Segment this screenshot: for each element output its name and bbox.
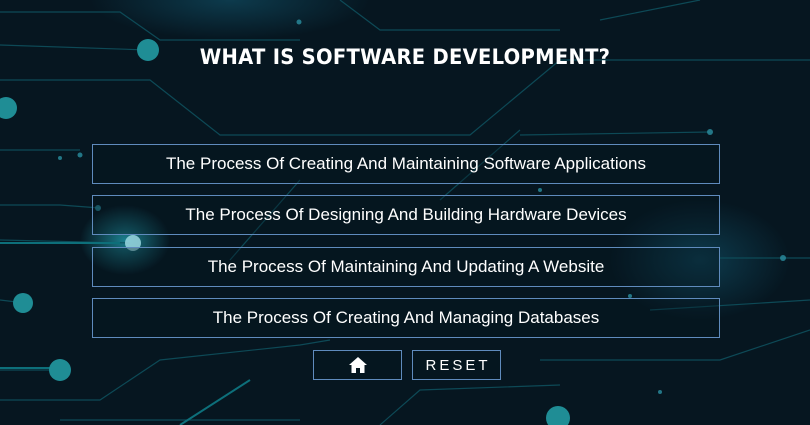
question-title: WHAT IS SOFTWARE DEVELOPMENT? xyxy=(199,45,611,69)
reset-button[interactable]: RESET xyxy=(412,350,501,380)
quiz-screen: WHAT IS SOFTWARE DEVELOPMENT? The Proces… xyxy=(0,0,810,425)
answer-option-2[interactable]: The Process Of Designing And Building Ha… xyxy=(92,195,720,235)
answer-option-4[interactable]: The Process Of Creating And Managing Dat… xyxy=(92,298,720,338)
home-icon xyxy=(348,357,367,373)
answer-option-1[interactable]: The Process Of Creating And Maintaining … xyxy=(92,144,720,184)
answer-option-3[interactable]: The Process Of Maintaining And Updating … xyxy=(92,247,720,287)
home-button[interactable] xyxy=(313,350,402,380)
